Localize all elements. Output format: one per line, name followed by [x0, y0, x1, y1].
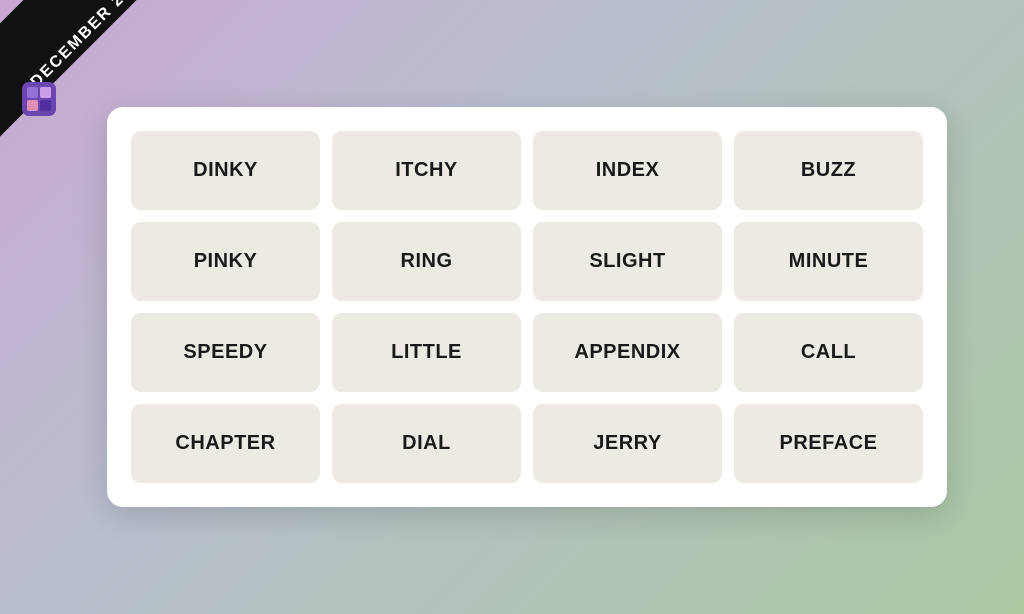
tile-preface[interactable]: PREFACE	[734, 404, 923, 483]
tile-label-itchy: ITCHY	[395, 159, 458, 182]
tile-label-pinky: PINKY	[194, 250, 258, 273]
tile-dial[interactable]: DIAL	[332, 404, 521, 483]
tile-little[interactable]: LITTLE	[332, 313, 521, 392]
tile-label-index: INDEX	[596, 159, 660, 182]
tile-label-buzz: BUZZ	[801, 159, 856, 182]
tile-label-jerry: JERRY	[593, 432, 661, 455]
icon-cell-4	[40, 100, 51, 111]
tile-itchy[interactable]: ITCHY	[332, 131, 521, 210]
tile-label-ring: RING	[401, 250, 453, 273]
tile-label-call: CALL	[801, 341, 856, 364]
tile-label-minute: MINUTE	[789, 250, 869, 273]
tile-ring[interactable]: RING	[332, 222, 521, 301]
tile-minute[interactable]: MINUTE	[734, 222, 923, 301]
tile-slight[interactable]: SLIGHT	[533, 222, 722, 301]
main-card: DINKY ITCHY INDEX BUZZ PINKY RING SLIGHT MINUTE…	[107, 107, 947, 507]
tile-label-little: LITTLE	[391, 341, 462, 364]
tile-buzz[interactable]: BUZZ	[734, 131, 923, 210]
word-grid: DINKY ITCHY INDEX BUZZ PINKY RING SLIGHT MINUTE…	[131, 131, 923, 483]
app-icon	[22, 82, 56, 116]
tile-label-dinky: DINKY	[193, 159, 258, 182]
tile-speedy[interactable]: SPEEDY	[131, 313, 320, 392]
tile-pinky[interactable]: PINKY	[131, 222, 320, 301]
tile-jerry[interactable]: JERRY	[533, 404, 722, 483]
banner-date-text: DECEMBER 20	[5, 0, 159, 114]
tile-label-preface: PREFACE	[780, 432, 878, 455]
tile-appendix[interactable]: APPENDIX	[533, 313, 722, 392]
tile-chapter[interactable]: CHAPTER	[131, 404, 320, 483]
icon-cell-1	[27, 87, 38, 98]
icon-cell-3	[27, 100, 38, 111]
tile-dinky[interactable]: DINKY	[131, 131, 320, 210]
tile-label-speedy: SPEEDY	[183, 341, 267, 364]
tile-label-slight: SLIGHT	[589, 250, 665, 273]
tile-call[interactable]: CALL	[734, 313, 923, 392]
tile-label-dial: DIAL	[402, 432, 451, 455]
tile-label-chapter: CHAPTER	[175, 432, 275, 455]
tile-index[interactable]: INDEX	[533, 131, 722, 210]
tile-label-appendix: APPENDIX	[574, 341, 680, 364]
icon-cell-2	[40, 87, 51, 98]
